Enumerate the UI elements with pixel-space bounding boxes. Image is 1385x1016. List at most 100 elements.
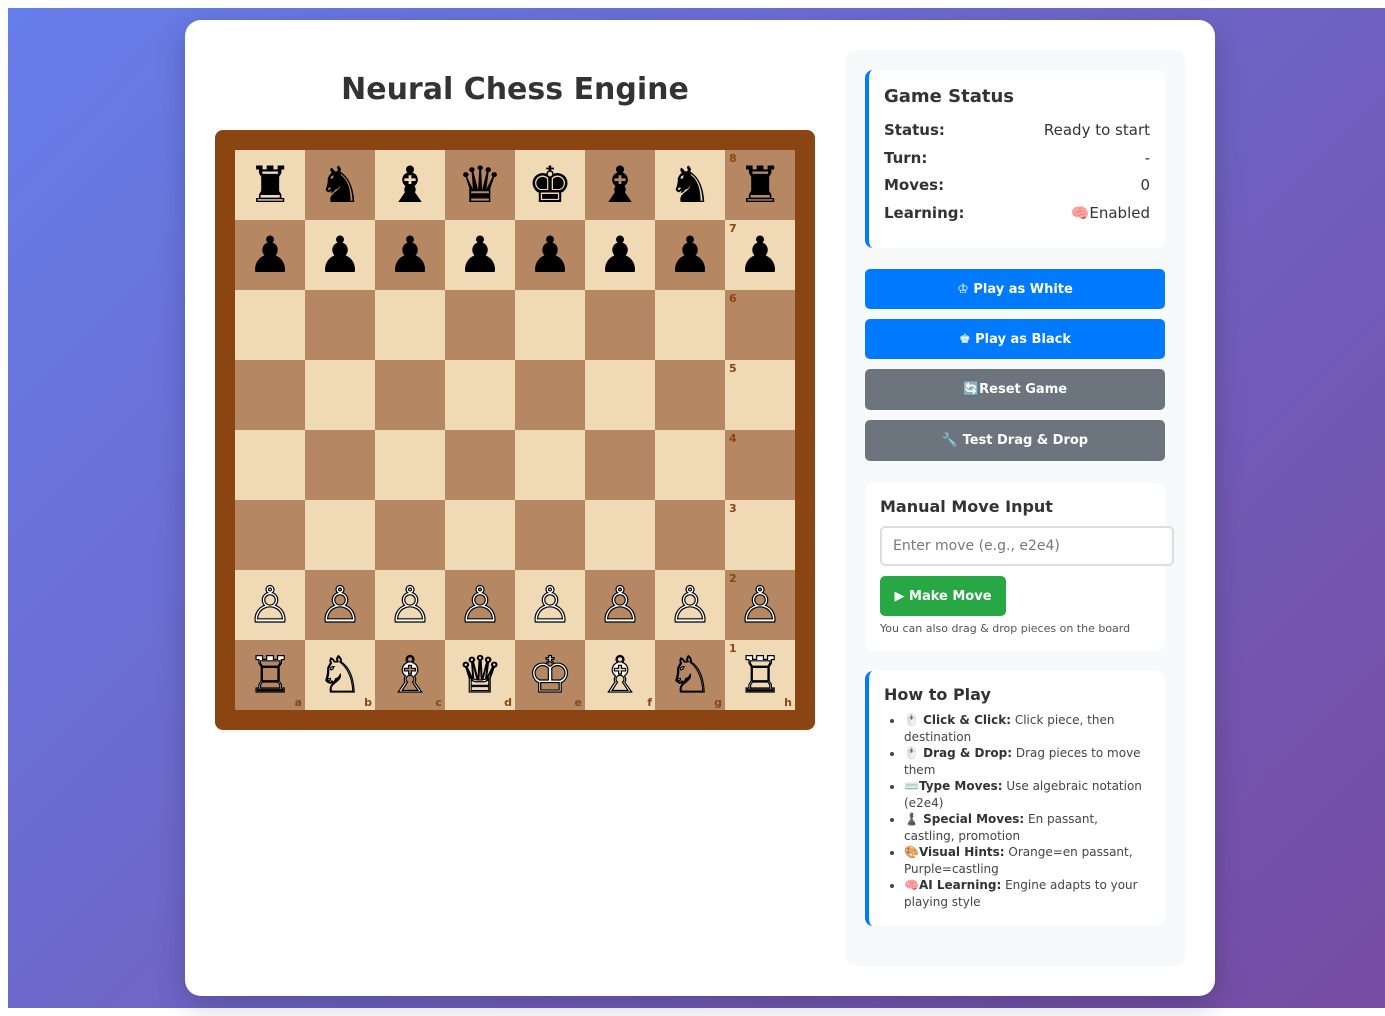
square-e8[interactable]: ♚ <box>515 150 585 220</box>
square-d4[interactable] <box>445 430 515 500</box>
square-g7[interactable]: ♟ <box>655 220 725 290</box>
square-c4[interactable] <box>375 430 445 500</box>
chess-piece-icon[interactable]: ♕ <box>457 649 503 700</box>
square-f2[interactable]: ♙ <box>585 570 655 640</box>
square-b1[interactable]: ♘ b <box>305 640 375 710</box>
square-a2[interactable]: ♙ <box>235 570 305 640</box>
square-h4[interactable]: 4 <box>725 430 795 500</box>
square-d3[interactable] <box>445 500 515 570</box>
square-f6[interactable] <box>585 290 655 360</box>
square-a7[interactable]: ♟ <box>235 220 305 290</box>
chess-piece-icon[interactable]: ♖ <box>737 649 783 700</box>
chess-piece-icon[interactable]: ♗ <box>597 649 643 700</box>
square-g8[interactable]: ♞ <box>655 150 725 220</box>
chess-piece-icon[interactable]: ♟ <box>738 230 783 280</box>
chess-piece-icon[interactable]: ♟ <box>598 230 643 280</box>
square-c5[interactable] <box>375 360 445 430</box>
square-e4[interactable] <box>515 430 585 500</box>
square-h8[interactable]: ♜ 8 <box>725 150 795 220</box>
square-d5[interactable] <box>445 360 515 430</box>
square-c6[interactable] <box>375 290 445 360</box>
square-a4[interactable] <box>235 430 305 500</box>
square-g5[interactable] <box>655 360 725 430</box>
square-e2[interactable]: ♙ <box>515 570 585 640</box>
square-c3[interactable] <box>375 500 445 570</box>
move-input[interactable] <box>880 526 1174 566</box>
square-d8[interactable]: ♛ <box>445 150 515 220</box>
square-d2[interactable]: ♙ <box>445 570 515 640</box>
square-c8[interactable]: ♝ <box>375 150 445 220</box>
square-a5[interactable] <box>235 360 305 430</box>
square-a6[interactable] <box>235 290 305 360</box>
square-f3[interactable] <box>585 500 655 570</box>
square-b5[interactable] <box>305 360 375 430</box>
chess-board[interactable]: ♜ ♞ ♝ ♛ ♚ ♝ ♞ ♜ 8 ♟ ♟ ♟ ♟ ♟ ♟ ♟ ♟ 7 6 5 4 3 ♙ ♙ ♙ ♙ ♙ ♙ ♙ ♙ 2 ♖ a ♘ b ♗ c ♕ d ♔… <box>235 150 795 710</box>
square-g4[interactable] <box>655 430 725 500</box>
square-e6[interactable] <box>515 290 585 360</box>
chess-piece-icon[interactable]: ♜ <box>738 160 783 210</box>
chess-piece-icon[interactable]: ♔ <box>527 649 573 700</box>
square-a1[interactable]: ♖ a <box>235 640 305 710</box>
chess-piece-icon[interactable]: ♘ <box>667 649 713 700</box>
chess-piece-icon[interactable]: ♟ <box>248 230 293 280</box>
square-g2[interactable]: ♙ <box>655 570 725 640</box>
chess-piece-icon[interactable]: ♞ <box>668 160 713 210</box>
chess-piece-icon[interactable]: ♜ <box>248 160 293 210</box>
square-h7[interactable]: ♟ 7 <box>725 220 795 290</box>
chess-piece-icon[interactable]: ♘ <box>317 649 363 700</box>
square-f1[interactable]: ♗ f <box>585 640 655 710</box>
reset-game-button[interactable]: 🔄Reset Game <box>865 369 1165 410</box>
chess-piece-icon[interactable]: ♙ <box>317 579 363 630</box>
chess-piece-icon[interactable]: ♟ <box>458 230 503 280</box>
square-h5[interactable]: 5 <box>725 360 795 430</box>
square-f4[interactable] <box>585 430 655 500</box>
square-g6[interactable] <box>655 290 725 360</box>
square-a3[interactable] <box>235 500 305 570</box>
square-g3[interactable] <box>655 500 725 570</box>
chess-piece-icon[interactable]: ♞ <box>318 160 363 210</box>
square-e1[interactable]: ♔ e <box>515 640 585 710</box>
square-d7[interactable]: ♟ <box>445 220 515 290</box>
chess-piece-icon[interactable]: ♙ <box>597 579 643 630</box>
play-as-black-button[interactable]: ♚ Play as Black <box>865 319 1165 359</box>
chess-piece-icon[interactable]: ♖ <box>247 649 293 700</box>
square-h3[interactable]: 3 <box>725 500 795 570</box>
chess-piece-icon[interactable]: ♟ <box>388 230 433 280</box>
square-f7[interactable]: ♟ <box>585 220 655 290</box>
square-b6[interactable] <box>305 290 375 360</box>
square-h2[interactable]: ♙ 2 <box>725 570 795 640</box>
chess-piece-icon[interactable]: ♙ <box>247 579 293 630</box>
square-d1[interactable]: ♕ d <box>445 640 515 710</box>
chess-piece-icon[interactable]: ♗ <box>387 649 433 700</box>
square-a8[interactable]: ♜ <box>235 150 305 220</box>
test-drag-drop-button[interactable]: 🔧 Test Drag & Drop <box>865 420 1165 461</box>
chess-piece-icon[interactable]: ♟ <box>668 230 713 280</box>
play-as-white-button[interactable]: ♔ Play as White <box>865 269 1165 309</box>
square-f8[interactable]: ♝ <box>585 150 655 220</box>
chess-piece-icon[interactable]: ♟ <box>528 230 573 280</box>
chess-piece-icon[interactable]: ♝ <box>388 160 433 210</box>
square-b2[interactable]: ♙ <box>305 570 375 640</box>
square-c1[interactable]: ♗ c <box>375 640 445 710</box>
square-b8[interactable]: ♞ <box>305 150 375 220</box>
chess-piece-icon[interactable]: ♙ <box>667 579 713 630</box>
square-e3[interactable] <box>515 500 585 570</box>
square-h6[interactable]: 6 <box>725 290 795 360</box>
square-e7[interactable]: ♟ <box>515 220 585 290</box>
chess-piece-icon[interactable]: ♙ <box>387 579 433 630</box>
square-g1[interactable]: ♘ g <box>655 640 725 710</box>
make-move-button[interactable]: ▶ Make Move <box>880 576 1006 616</box>
chess-piece-icon[interactable]: ♙ <box>527 579 573 630</box>
square-b3[interactable] <box>305 500 375 570</box>
square-e5[interactable] <box>515 360 585 430</box>
chess-piece-icon[interactable]: ♙ <box>457 579 503 630</box>
chess-piece-icon[interactable]: ♙ <box>737 579 783 630</box>
square-c7[interactable]: ♟ <box>375 220 445 290</box>
square-d6[interactable] <box>445 290 515 360</box>
chess-piece-icon[interactable]: ♟ <box>318 230 363 280</box>
square-h1[interactable]: ♖ 1 h <box>725 640 795 710</box>
chess-piece-icon[interactable]: ♚ <box>528 160 573 210</box>
square-b4[interactable] <box>305 430 375 500</box>
chess-piece-icon[interactable]: ♝ <box>598 160 643 210</box>
square-b7[interactable]: ♟ <box>305 220 375 290</box>
